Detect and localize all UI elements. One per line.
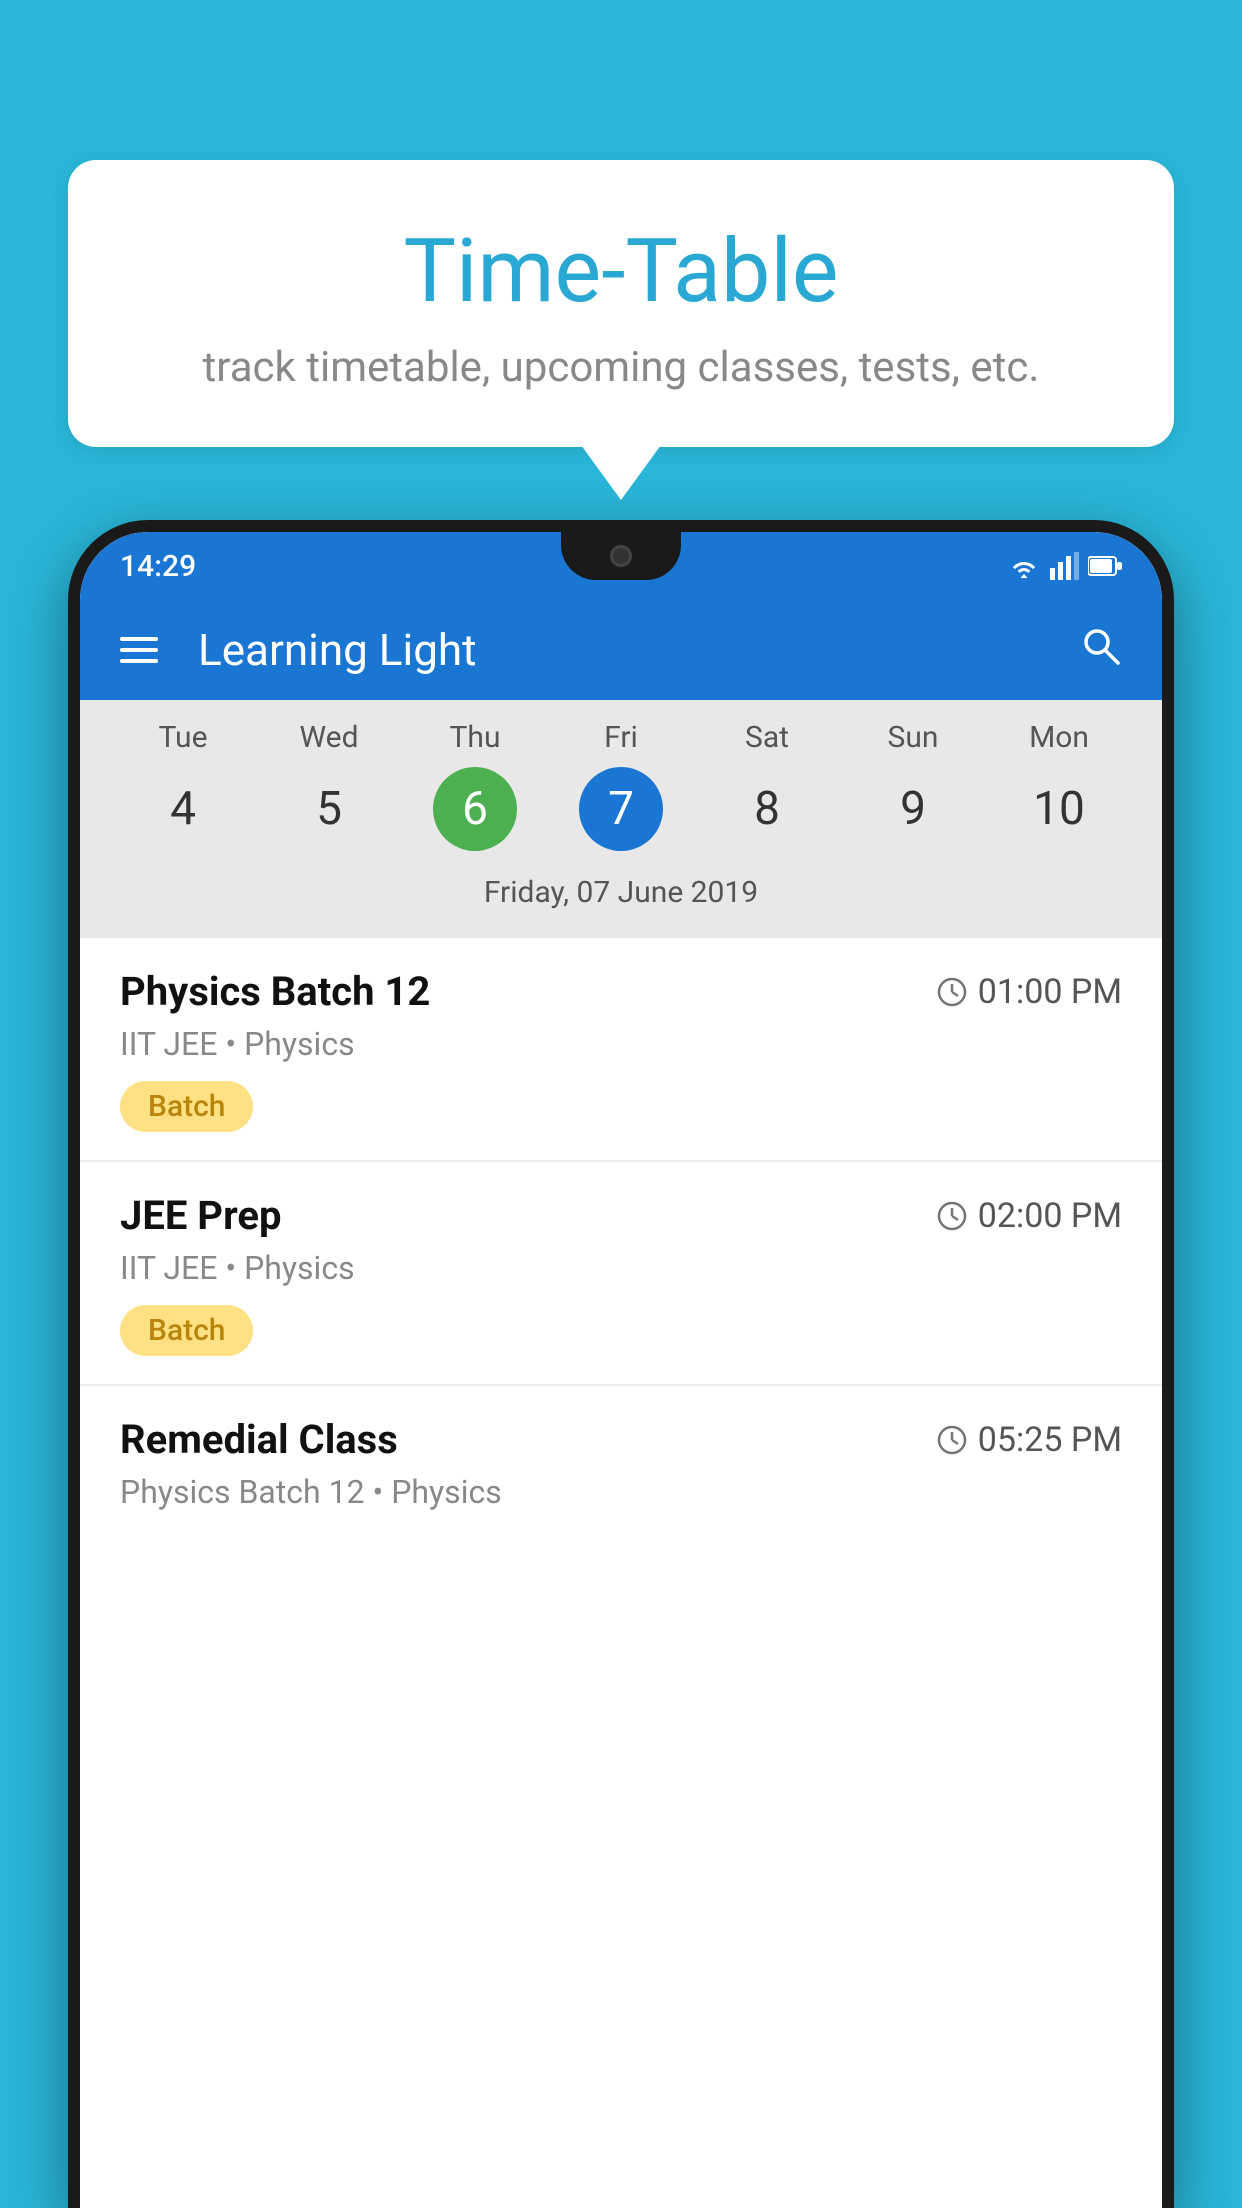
calendar-day-tue[interactable]: Tue 4: [110, 720, 256, 851]
class-item-physics-batch-12[interactable]: Physics Batch 12 01:00 PM IIT JEE • Phys…: [80, 938, 1162, 1162]
day-name-thu: Thu: [450, 720, 501, 755]
calendar-header: Tue 4 Wed 5 Thu 6 Fri 7: [80, 700, 1162, 938]
class-list: Physics Batch 12 01:00 PM IIT JEE • Phys…: [80, 938, 1162, 2208]
calendar-day-thu[interactable]: Thu 6: [402, 720, 548, 851]
day-num-9: 9: [871, 767, 955, 851]
class-time-1: 01:00 PM: [936, 972, 1122, 1012]
class-item-header-3: Remedial Class 05:25 PM: [120, 1416, 1122, 1463]
day-num-7: 7: [579, 767, 663, 851]
clock-icon-3: [936, 1424, 968, 1456]
clock-icon-2: [936, 1200, 968, 1232]
clock-icon-1: [936, 976, 968, 1008]
wifi-icon: [1006, 552, 1042, 580]
day-name-wed: Wed: [300, 720, 359, 755]
class-meta-1: IIT JEE • Physics: [120, 1025, 1122, 1063]
day-num-5: 5: [287, 767, 371, 851]
calendar-days-row: Tue 4 Wed 5 Thu 6 Fri 7: [110, 720, 1132, 851]
phone-notch: [561, 532, 681, 580]
day-name-sat: Sat: [745, 720, 789, 755]
calendar-day-wed[interactable]: Wed 5: [256, 720, 402, 851]
app-bar-title: Learning Light: [198, 624, 1078, 676]
signal-icon: [1050, 552, 1080, 580]
class-name-3: Remedial Class: [120, 1416, 398, 1463]
class-item-header-2: JEE Prep 02:00 PM: [120, 1192, 1122, 1239]
menu-line-1: [120, 637, 158, 641]
class-time-2: 02:00 PM: [936, 1196, 1122, 1236]
calendar-day-fri[interactable]: Fri 7: [548, 720, 694, 851]
class-name-1: Physics Batch 12: [120, 968, 430, 1015]
day-name-fri: Fri: [604, 720, 638, 755]
status-bar: 14:29: [80, 532, 1162, 600]
batch-badge-2: Batch: [120, 1305, 253, 1356]
phone-screen: 14:29: [80, 532, 1162, 2208]
camera-dot: [610, 545, 632, 567]
status-icons: [1006, 552, 1122, 580]
menu-line-2: [120, 648, 158, 652]
speech-bubble: Time-Table track timetable, upcoming cla…: [68, 160, 1174, 447]
class-name-2: JEE Prep: [120, 1192, 281, 1239]
day-name-mon: Mon: [1029, 720, 1089, 755]
app-bar: Learning Light: [80, 600, 1162, 700]
speech-bubble-tail: [581, 445, 661, 500]
calendar-day-sun[interactable]: Sun 9: [840, 720, 986, 851]
menu-line-3: [120, 659, 158, 663]
batch-badge-1: Batch: [120, 1081, 253, 1132]
class-item-remedial[interactable]: Remedial Class 05:25 PM Physics Batch 12…: [80, 1386, 1162, 1549]
calendar-day-mon[interactable]: Mon 10: [986, 720, 1132, 851]
speech-bubble-subtitle: track timetable, upcoming classes, tests…: [148, 343, 1094, 392]
day-num-4: 4: [141, 767, 225, 851]
status-time: 14:29: [120, 549, 196, 584]
class-item-jee-prep[interactable]: JEE Prep 02:00 PM IIT JEE • Physics Batc…: [80, 1162, 1162, 1386]
phone-frame: 14:29: [68, 520, 1174, 2208]
speech-bubble-container: Time-Table track timetable, upcoming cla…: [68, 160, 1174, 500]
menu-button[interactable]: [120, 637, 158, 663]
day-name-sun: Sun: [888, 720, 939, 755]
day-num-10: 10: [1017, 767, 1101, 851]
class-time-3: 05:25 PM: [936, 1420, 1122, 1460]
day-num-8: 8: [725, 767, 809, 851]
day-num-6: 6: [433, 767, 517, 851]
battery-icon: [1088, 555, 1122, 577]
day-name-tue: Tue: [159, 720, 208, 755]
calendar-day-sat[interactable]: Sat 8: [694, 720, 840, 851]
selected-date-label: Friday, 07 June 2019: [110, 867, 1132, 918]
class-meta-3: Physics Batch 12 • Physics: [120, 1473, 1122, 1511]
class-meta-2: IIT JEE • Physics: [120, 1249, 1122, 1287]
search-button[interactable]: [1078, 623, 1122, 678]
class-item-header-1: Physics Batch 12 01:00 PM: [120, 968, 1122, 1015]
speech-bubble-title: Time-Table: [148, 220, 1094, 323]
